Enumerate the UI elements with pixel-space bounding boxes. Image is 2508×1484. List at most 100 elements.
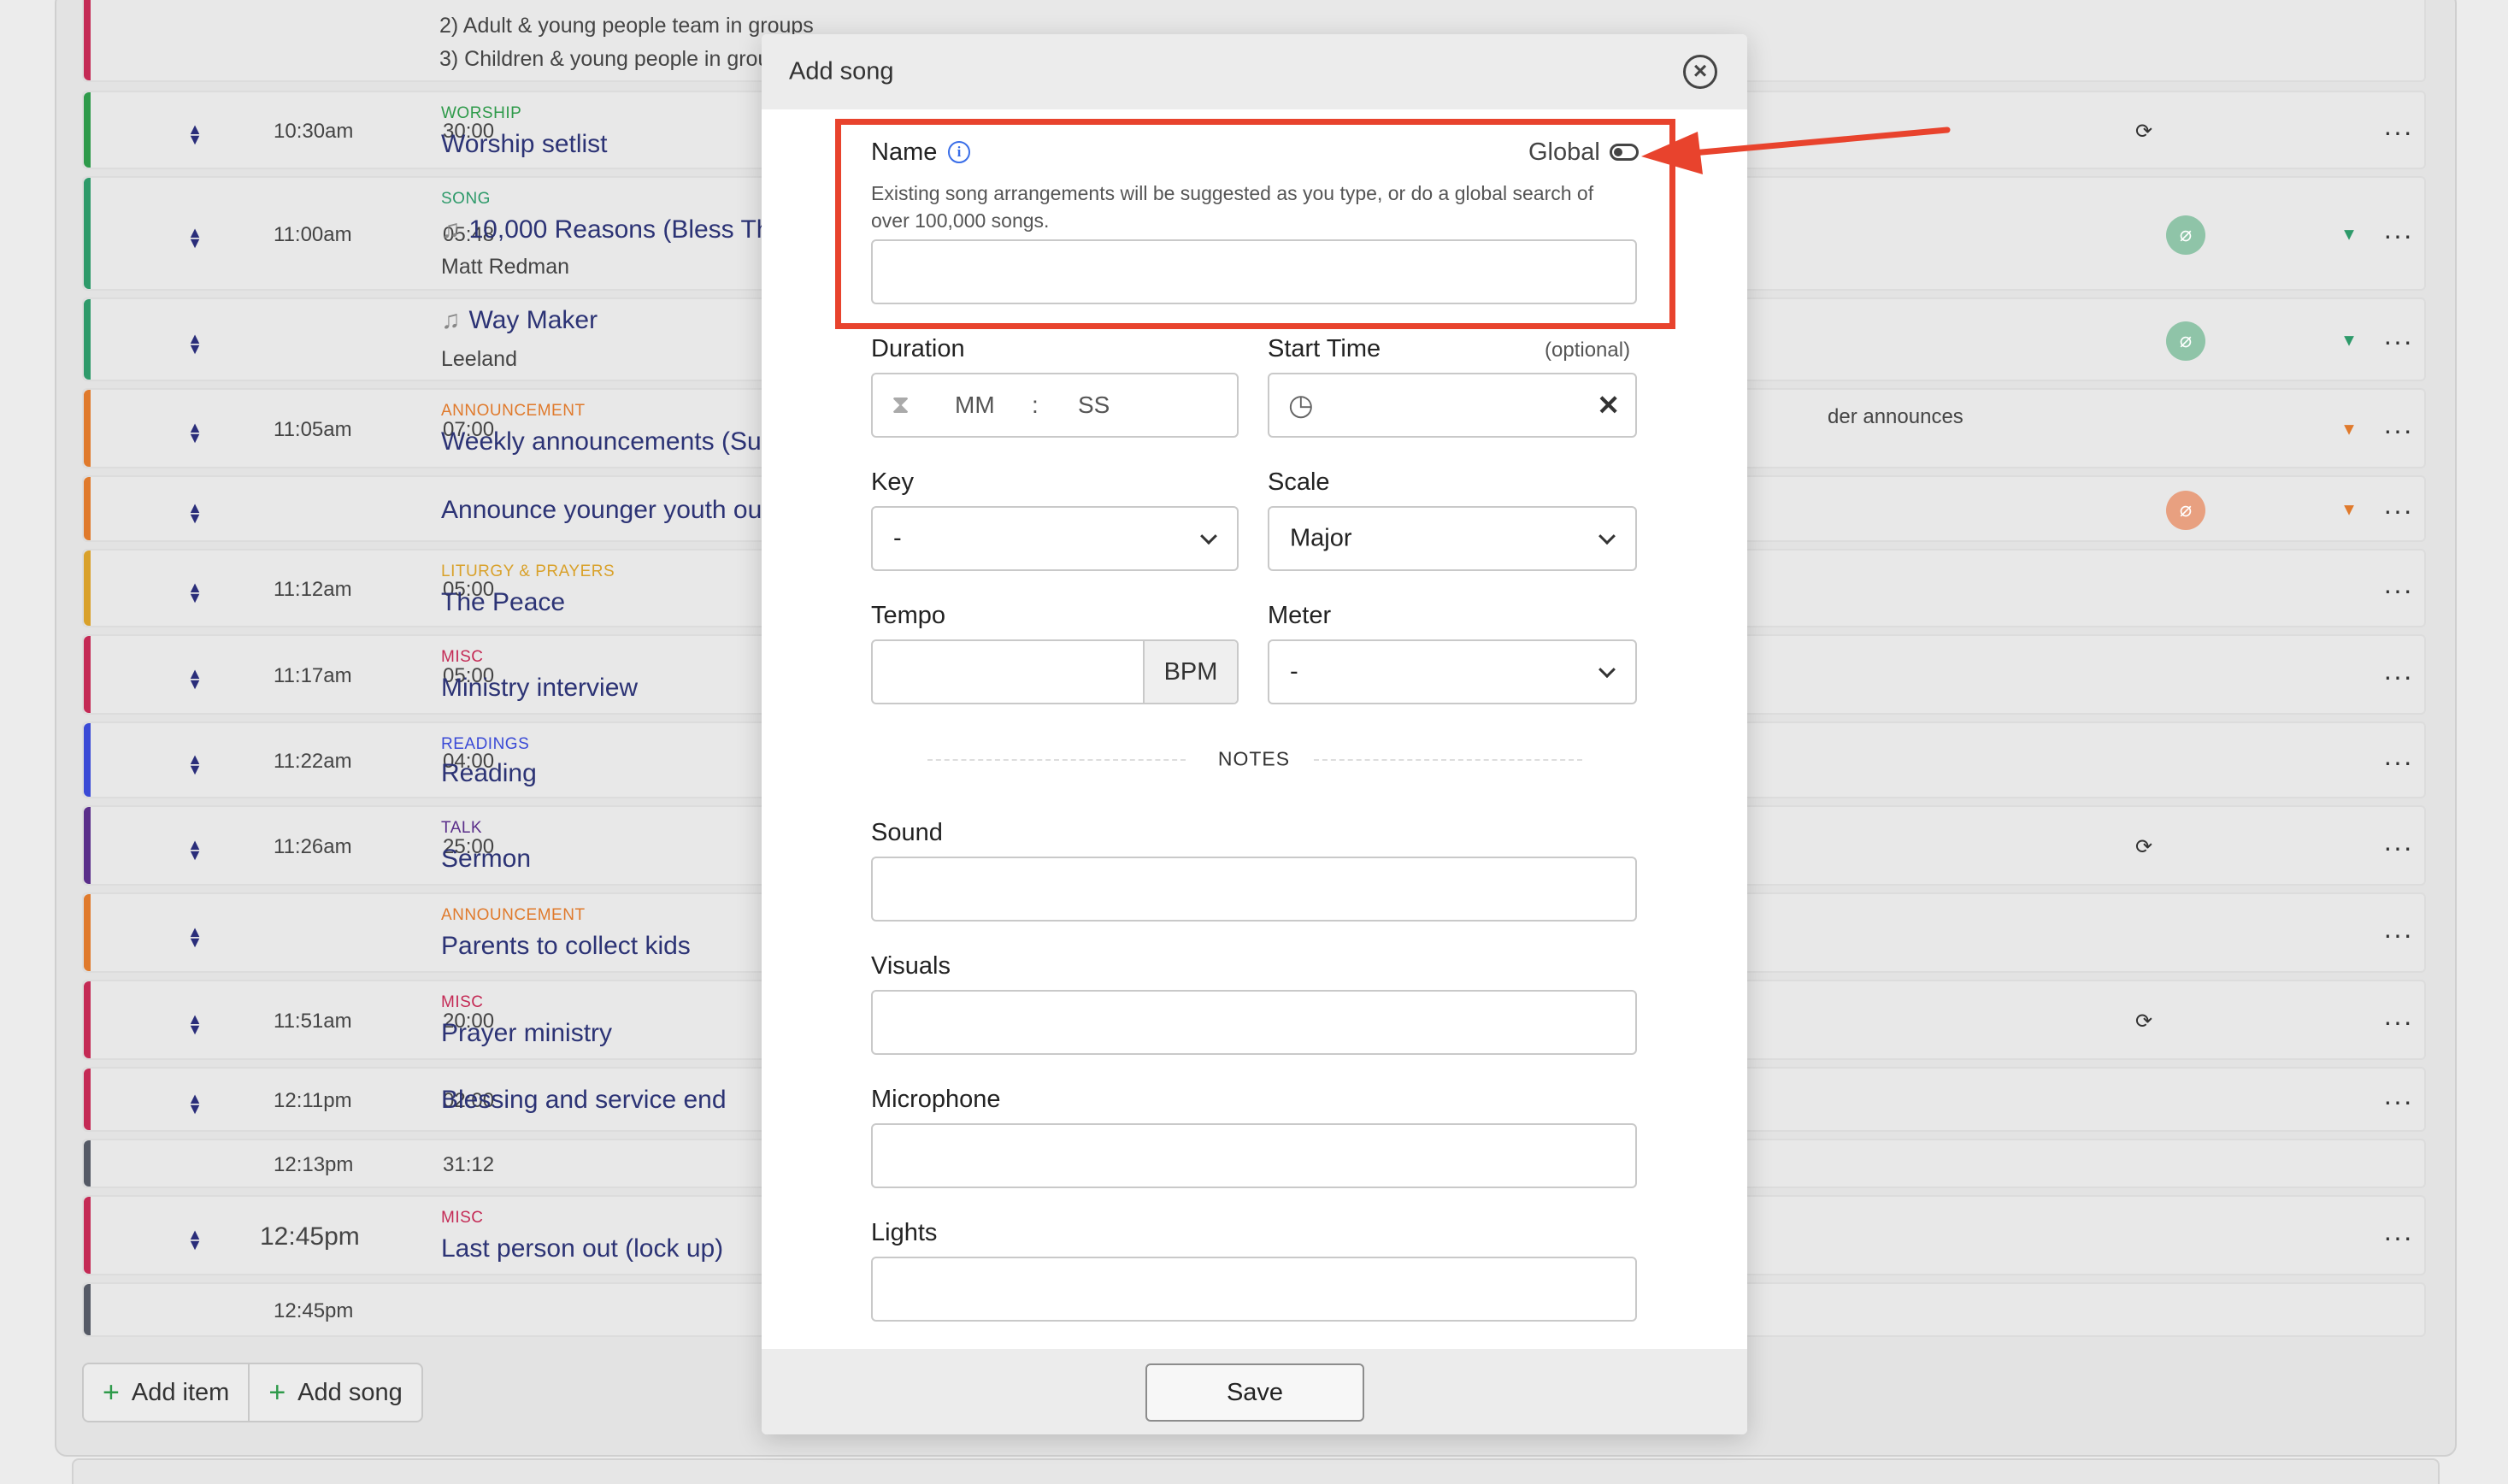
drag-handle-icon[interactable]: ▲ ▼ <box>187 666 203 692</box>
drag-handle-icon[interactable]: ▲ ▼ <box>187 121 203 147</box>
category-color-bar <box>84 551 91 626</box>
row-title[interactable]: Announce younger youth out <box>441 496 769 525</box>
sync-icon: ⟳ <box>2134 835 2153 859</box>
tempo-input[interactable]: BPM <box>871 639 1239 704</box>
triangle-down-icon[interactable]: ▼ <box>2340 332 2358 351</box>
category-color-bar <box>84 723 91 797</box>
row-title[interactable]: Worship setlist <box>441 130 608 159</box>
triangle-down-icon[interactable]: ▼ <box>2340 421 2358 440</box>
more-icon[interactable]: ··· <box>2383 1008 2413 1035</box>
category-color-bar <box>84 1197 91 1274</box>
sync-icon: ⟳ <box>2134 120 2153 144</box>
row-time: 11:51am <box>274 1010 352 1033</box>
drag-handle-icon[interactable]: ▲ ▼ <box>187 500 203 526</box>
duration-field[interactable]: ⧗ MM : SS <box>871 373 1239 438</box>
more-icon[interactable]: ··· <box>2383 576 2413 604</box>
paperclip-icon[interactable]: ⌀ <box>2166 491 2205 530</box>
row-time: 12:13pm <box>274 1153 354 1176</box>
lights-input[interactable] <box>871 1257 1637 1322</box>
paperclip-icon[interactable]: ⌀ <box>2166 215 2205 255</box>
row-title[interactable]: Prayer ministry <box>441 1019 612 1048</box>
row-time: 12:45pm <box>274 1299 354 1322</box>
more-icon[interactable]: ··· <box>2383 1223 2413 1251</box>
more-icon[interactable]: ··· <box>2383 921 2413 948</box>
paperclip-icon[interactable]: ⌀ <box>2166 321 2205 361</box>
category-color-bar <box>84 1140 91 1187</box>
row-category: MISC <box>441 993 484 1011</box>
plus-icon: + <box>103 1375 120 1409</box>
close-icon[interactable]: × <box>1683 55 1717 89</box>
start-time-input[interactable]: ◷ ✕ <box>1268 373 1637 438</box>
row-duration: 31:12 <box>443 1153 495 1176</box>
drag-handle-icon[interactable]: ▲ ▼ <box>187 837 203 863</box>
microphone-input[interactable] <box>871 1123 1637 1188</box>
drag-handle-icon[interactable]: ▲ ▼ <box>187 420 203 445</box>
drag-handle-icon[interactable]: ▲ ▼ <box>187 924 203 950</box>
row-title[interactable]: Reading <box>441 759 537 788</box>
add-item-button[interactable]: + Add item <box>84 1364 248 1421</box>
drag-handle-icon[interactable]: ▲ ▼ <box>187 1011 203 1037</box>
row-title[interactable]: Sermon <box>441 845 531 874</box>
tempo-unit: BPM <box>1143 641 1237 703</box>
chevron-down-icon <box>1598 527 1616 545</box>
clear-icon[interactable]: ✕ <box>1597 389 1620 421</box>
duration-minutes-input[interactable]: MM <box>955 392 995 419</box>
duration-seconds-input[interactable]: SS <box>1078 392 1110 419</box>
add-song-button[interactable]: + Add song <box>248 1364 421 1421</box>
row-title[interactable]: Weekly announcements (Sun <box>441 427 775 456</box>
more-icon[interactable]: ··· <box>2383 416 2413 444</box>
visuals-label: Visuals <box>871 952 951 980</box>
row-time: 11:12am <box>274 578 352 601</box>
drag-handle-icon[interactable]: ▲ ▼ <box>187 580 203 605</box>
drag-handle-icon[interactable]: ▲ ▼ <box>187 225 203 250</box>
row-title-text: 10,000 Reasons (Bless The <box>468 215 786 244</box>
row-time: 11:26am <box>274 835 352 858</box>
scale-select[interactable]: Major <box>1268 506 1637 571</box>
triangle-down-icon[interactable]: ▼ <box>2340 226 2358 245</box>
drag-handle-icon[interactable]: ▲ ▼ <box>187 1227 203 1252</box>
row-title[interactable]: Parents to collect kids <box>441 932 691 961</box>
drag-handle-icon[interactable]: ▲ ▼ <box>187 751 203 777</box>
more-icon[interactable]: ··· <box>2383 221 2413 249</box>
add-song-label: Add song <box>297 1378 403 1406</box>
row-time: 11:05am <box>274 418 352 441</box>
more-icon[interactable]: ··· <box>2383 748 2413 775</box>
row-title[interactable]: Ministry interview <box>441 674 638 703</box>
row-category: WORSHIP <box>441 104 522 122</box>
row-title[interactable]: ♫ Way Maker <box>441 306 598 335</box>
row-category: MISC <box>441 648 484 666</box>
drag-handle-icon[interactable]: ▲ ▼ <box>187 331 203 356</box>
row-title[interactable]: Last person out (lock up) <box>441 1234 723 1263</box>
row-title[interactable]: Blessing and service end <box>441 1086 727 1115</box>
save-button[interactable]: Save <box>1145 1363 1364 1422</box>
meter-label: Meter <box>1268 602 1332 629</box>
row-category: ANNOUNCEMENT <box>441 402 586 420</box>
more-icon[interactable]: ··· <box>2383 118 2413 145</box>
row-time: 12:45pm <box>260 1222 360 1251</box>
category-color-bar <box>84 92 91 168</box>
visuals-input[interactable] <box>871 990 1637 1055</box>
notes-divider-left <box>927 759 1186 761</box>
row-time: 11:00am <box>274 223 352 246</box>
triangle-down-icon[interactable]: ▼ <box>2340 501 2358 521</box>
more-icon[interactable]: ··· <box>2383 497 2413 524</box>
category-color-bar <box>84 636 91 713</box>
row-title[interactable]: The Peace <box>441 588 565 617</box>
row-subtitle: Leeland <box>441 347 517 371</box>
row-time: 11:17am <box>274 664 352 687</box>
scale-select-value: Major <box>1290 524 1352 552</box>
key-select[interactable]: - <box>871 506 1239 571</box>
row-note-line: 3) Children & young people in grou <box>439 47 770 71</box>
row-category: ANNOUNCEMENT <box>441 906 586 924</box>
row-title[interactable]: ♫ 10,000 Reasons (Bless The <box>441 215 785 244</box>
row-category: MISC <box>441 1209 484 1227</box>
sound-input[interactable] <box>871 857 1637 922</box>
more-icon[interactable]: ··· <box>2383 1087 2413 1115</box>
meter-select[interactable]: - <box>1268 639 1637 704</box>
more-icon[interactable]: ··· <box>2383 662 2413 690</box>
scale-label: Scale <box>1268 468 1330 496</box>
more-icon[interactable]: ··· <box>2383 327 2413 355</box>
more-icon[interactable]: ··· <box>2383 833 2413 861</box>
row-category: LITURGY & PRAYERS <box>441 562 615 580</box>
drag-handle-icon[interactable]: ▲ ▼ <box>187 1091 203 1116</box>
